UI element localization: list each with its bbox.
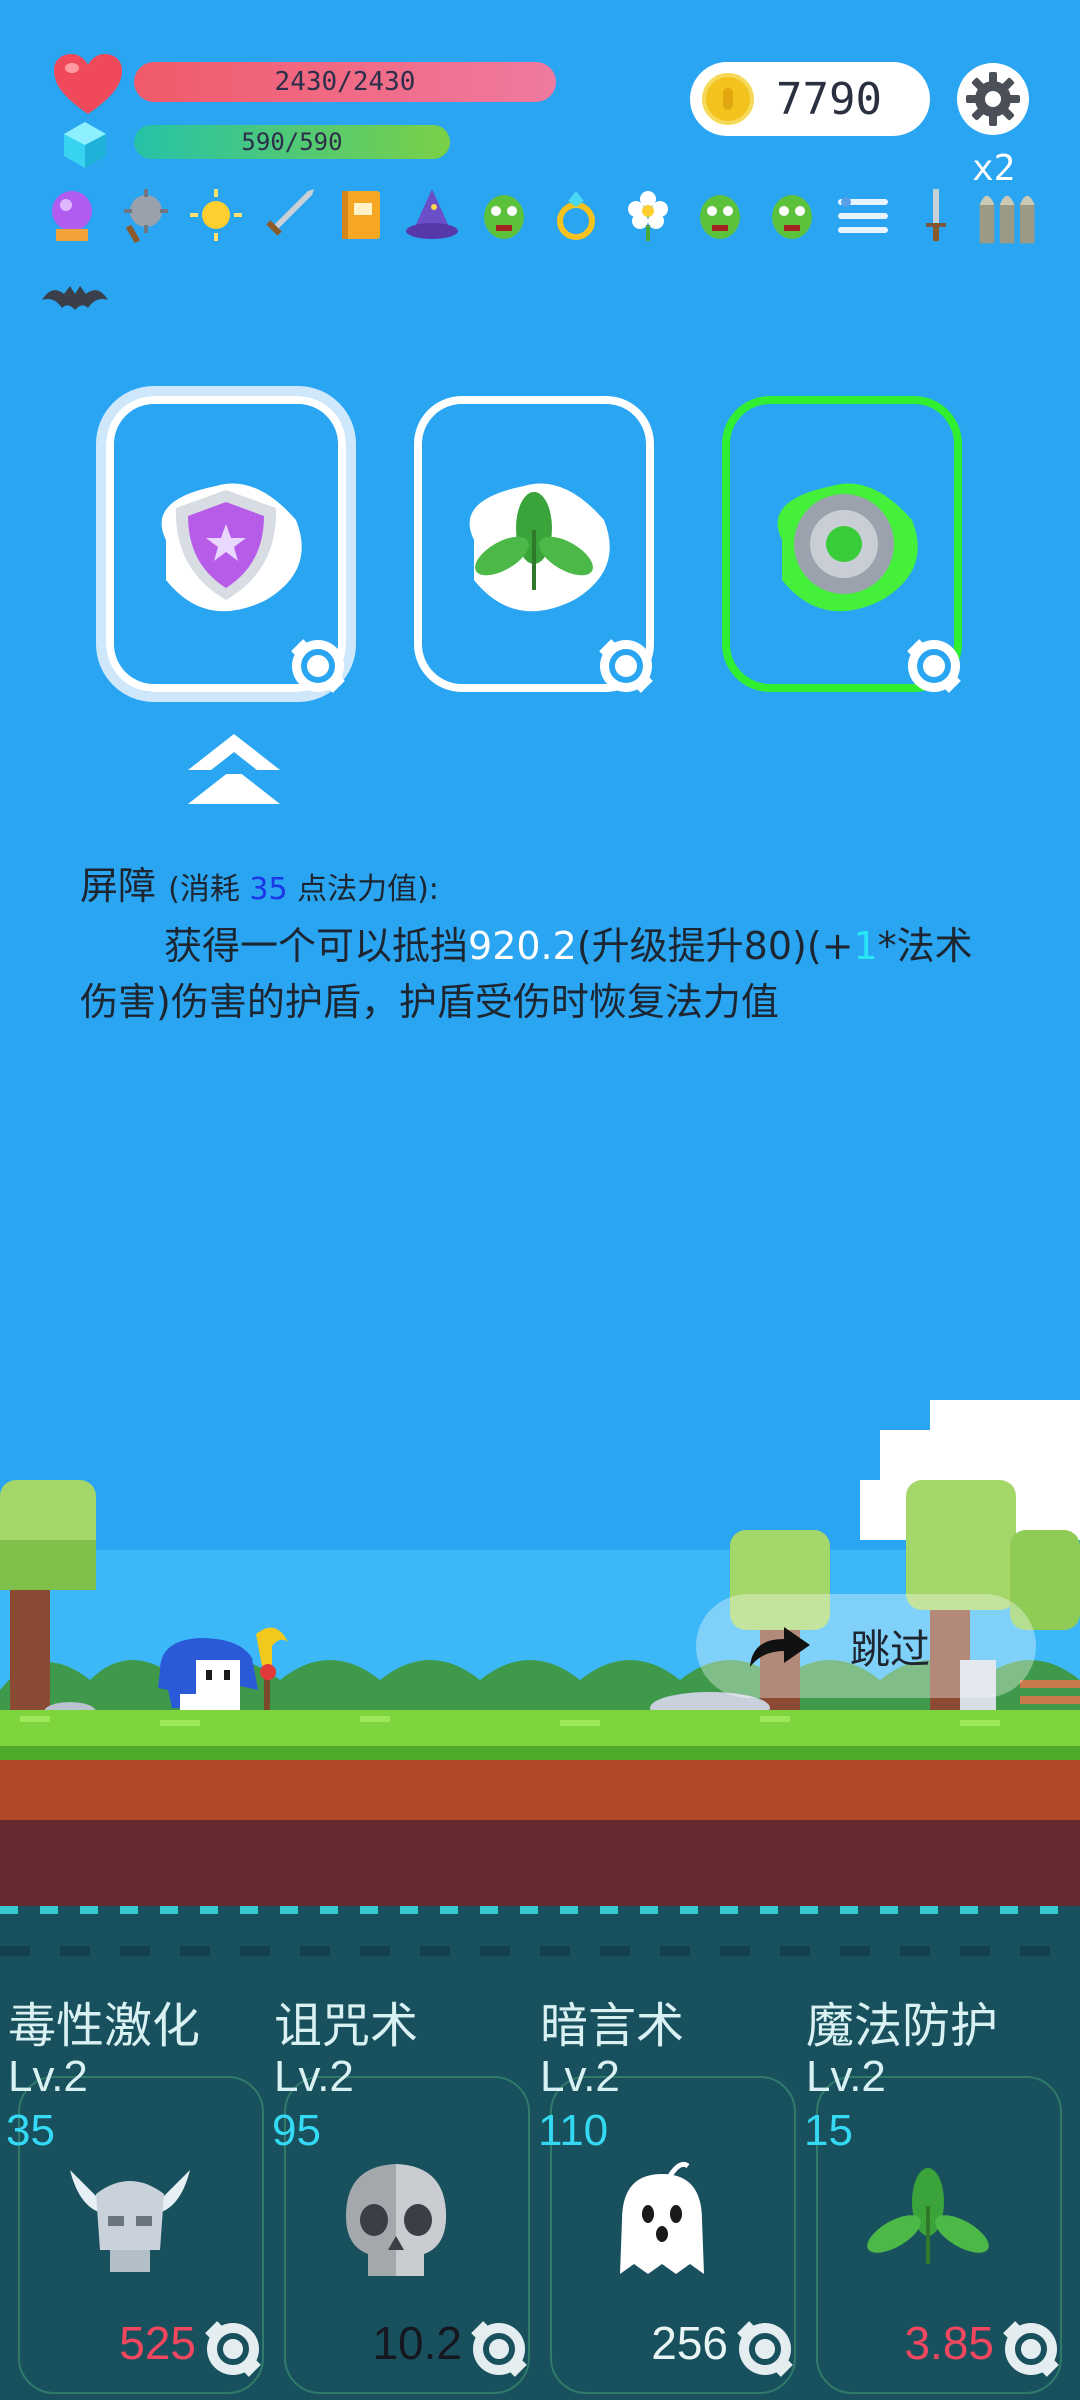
upgrade-swirl-icon	[907, 639, 961, 693]
crystal-ball-icon	[40, 182, 104, 248]
bullets-icon	[976, 182, 1040, 248]
bat-icon	[42, 286, 108, 310]
ghost-icon	[620, 2161, 704, 2274]
desc-text-a: 获得一个可以抵挡	[164, 924, 469, 968]
green-goblin-icon	[688, 182, 752, 248]
skill-value: 10.2	[372, 2317, 462, 2369]
mana-bar: 590/590	[134, 125, 450, 159]
wizard-hat-icon	[400, 182, 464, 248]
skill-choice-leaf[interactable]	[414, 396, 654, 693]
sword-icon	[256, 182, 320, 248]
speed-lines-icon	[832, 182, 896, 248]
skill-cost: 110	[538, 2106, 609, 2155]
skill-name: 魔法防护	[806, 1998, 999, 2054]
heart-icon	[54, 54, 122, 114]
skill-name: 诅咒术	[274, 1998, 419, 2054]
leaf-icon	[469, 483, 610, 612]
skip-button[interactable]: 跳过	[696, 1594, 1036, 1698]
skill-description: 屏障 (消耗 35 点法力值): 获得一个可以抵挡920.2(升级提升80)(+…	[80, 858, 980, 1030]
skill-level: Lv.2	[8, 2052, 88, 2101]
skill-cost: 35	[6, 2106, 55, 2155]
skull-icon	[346, 2164, 446, 2276]
upgrade-swirl-icon	[599, 639, 653, 693]
spiked-mace-icon	[112, 182, 176, 248]
skill-choice-shield[interactable]	[106, 396, 346, 693]
coin-amount: 7790	[776, 73, 882, 125]
green-goblin-icon	[760, 182, 824, 248]
coin-counter: 7790	[690, 62, 930, 136]
green-goblin-icon	[472, 182, 536, 248]
skill-slot-4[interactable]: 魔法防护 Lv.2 15 3.85	[798, 1906, 1064, 2400]
skill-title: 屏障	[80, 864, 157, 908]
upgrade-swirl-icon	[205, 2321, 261, 2377]
skill-level: Lv.2	[540, 2052, 620, 2101]
skill-slot-1[interactable]: 毒性激化 Lv.2 35 525	[0, 1906, 266, 2400]
cost-suffix: 点法力值):	[287, 872, 439, 907]
skip-arrow-icon	[750, 1627, 810, 1667]
skill-level: Lv.2	[274, 2052, 354, 2101]
settings-gear-icon[interactable]	[956, 62, 1030, 136]
cost-prefix: (消耗	[168, 872, 250, 907]
skill-name: 毒性激化	[8, 1998, 201, 2054]
skill-value: 525	[119, 2317, 196, 2369]
skill-choice-vortex[interactable]	[722, 396, 962, 693]
skill-level: Lv.2	[806, 2052, 886, 2101]
dagger-icon	[904, 182, 968, 248]
skill-value: 3.85	[904, 2317, 994, 2369]
health-text: 2430/2430	[274, 67, 416, 97]
upgrade-swirl-icon	[737, 2321, 793, 2377]
skill-value: 256	[651, 2317, 728, 2369]
sun-orb-icon	[184, 182, 248, 248]
green-leaves-icon	[867, 2168, 989, 2264]
upgrade-swirl-icon	[1003, 2321, 1059, 2377]
skip-label: 跳过	[850, 1627, 930, 1673]
spell-book-icon	[328, 182, 392, 248]
selected-indicator-arrow-icon	[188, 734, 280, 804]
health-bar: 2430/2430	[134, 62, 556, 102]
horned-skull-icon	[70, 2170, 190, 2272]
shield-value: 920.2	[468, 924, 577, 968]
mana-text: 590/590	[241, 128, 343, 156]
upgrade-swirl-icon	[291, 639, 345, 693]
skill-slot-2[interactable]: 诅咒术 Lv.2 95 10.2	[266, 1906, 532, 2400]
coin-icon	[702, 73, 754, 125]
item-bar	[40, 182, 1040, 248]
cost-value: 35	[249, 872, 288, 907]
shield-icon	[161, 483, 302, 612]
mana-gem-icon	[64, 122, 106, 168]
gold-ring-icon	[544, 182, 608, 248]
skill-name: 暗言术	[540, 1998, 685, 2054]
multiplier-value: 1	[853, 924, 878, 968]
white-flower-icon	[616, 182, 680, 248]
skill-cost: 95	[272, 2106, 321, 2155]
green-vortex-icon	[777, 483, 918, 612]
skill-cost: 15	[804, 2106, 853, 2155]
upgrade-swirl-icon	[471, 2321, 527, 2377]
skill-slot-3[interactable]: 暗言术 Lv.2 110 256	[532, 1906, 798, 2400]
desc-text-b: (升级提升80)(+	[576, 924, 854, 968]
